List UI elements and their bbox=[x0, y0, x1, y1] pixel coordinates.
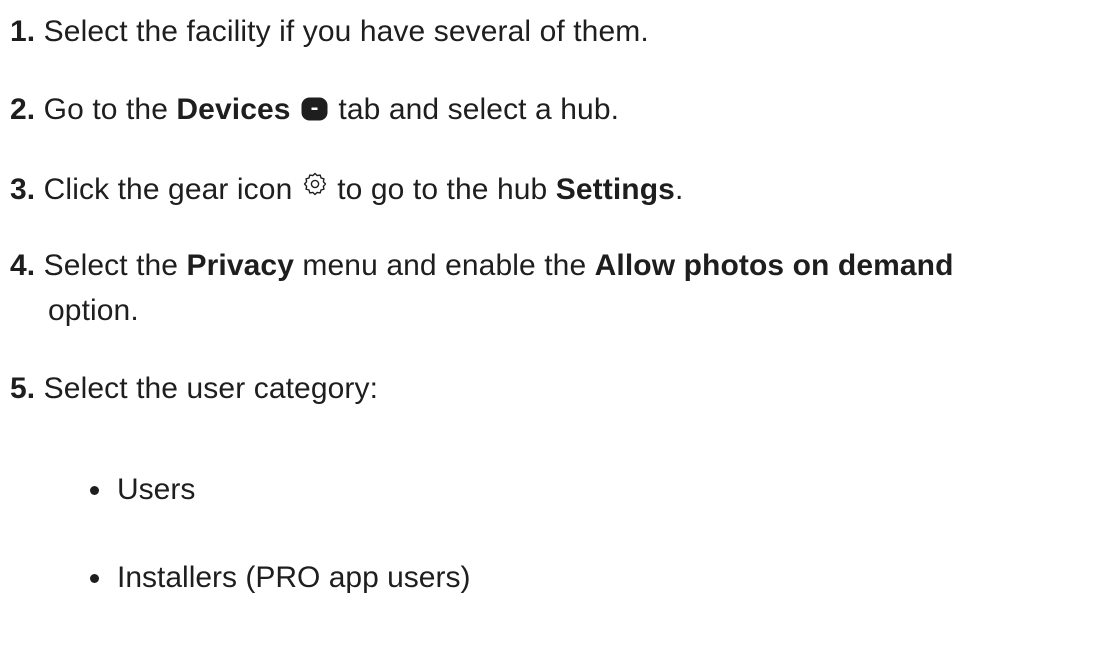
list-item-label: Installers (PRO app users) bbox=[117, 561, 471, 594]
list-item-label: Users bbox=[117, 473, 196, 506]
step-text: Select the facility if you have several … bbox=[35, 15, 649, 48]
step-number: 4. bbox=[10, 249, 36, 282]
step-5: 5. Select the user category: bbox=[10, 366, 378, 412]
gear-icon bbox=[302, 165, 328, 196]
list-item: Users bbox=[90, 467, 195, 513]
instructions-document: 1. Select the facility if you have sever… bbox=[0, 0, 1093, 653]
devices-tab-label: Devices bbox=[176, 93, 291, 126]
step-text-end: . bbox=[674, 173, 684, 206]
step-2: 2. Go to the Devices tab and select a hu… bbox=[10, 87, 619, 133]
allow-photos-option-label: Allow photos on demand bbox=[594, 249, 954, 282]
step-3: 3. Click the gear icon to go to the hub … bbox=[10, 165, 683, 213]
bullet-icon bbox=[90, 486, 99, 495]
privacy-menu-label: Privacy bbox=[186, 249, 294, 282]
step-4-continuation: option. bbox=[48, 294, 139, 327]
step-text: Click the gear icon bbox=[35, 173, 301, 206]
devices-icon bbox=[301, 89, 328, 121]
step-number: 3. bbox=[10, 173, 36, 206]
step-number: 2. bbox=[10, 93, 36, 126]
step-1: 1. Select the facility if you have sever… bbox=[10, 9, 649, 55]
list-item: Installers (PRO app users) bbox=[90, 555, 470, 601]
settings-label: Settings bbox=[555, 173, 675, 206]
step-text-mid: menu and enable the bbox=[294, 249, 595, 282]
step-number: 1. bbox=[10, 15, 36, 48]
step-text-tail: tab and select a hub. bbox=[329, 93, 620, 126]
step-text-mid: to go to the hub bbox=[328, 173, 556, 206]
step-text: Select the bbox=[35, 249, 187, 282]
bullet-icon bbox=[90, 574, 99, 583]
step-text: Go to the bbox=[35, 93, 177, 126]
step-4: 4. Select the Privacy menu and enable th… bbox=[10, 243, 954, 289]
step-number: 5. bbox=[10, 372, 36, 405]
step-text: Select the user category: bbox=[35, 372, 379, 405]
